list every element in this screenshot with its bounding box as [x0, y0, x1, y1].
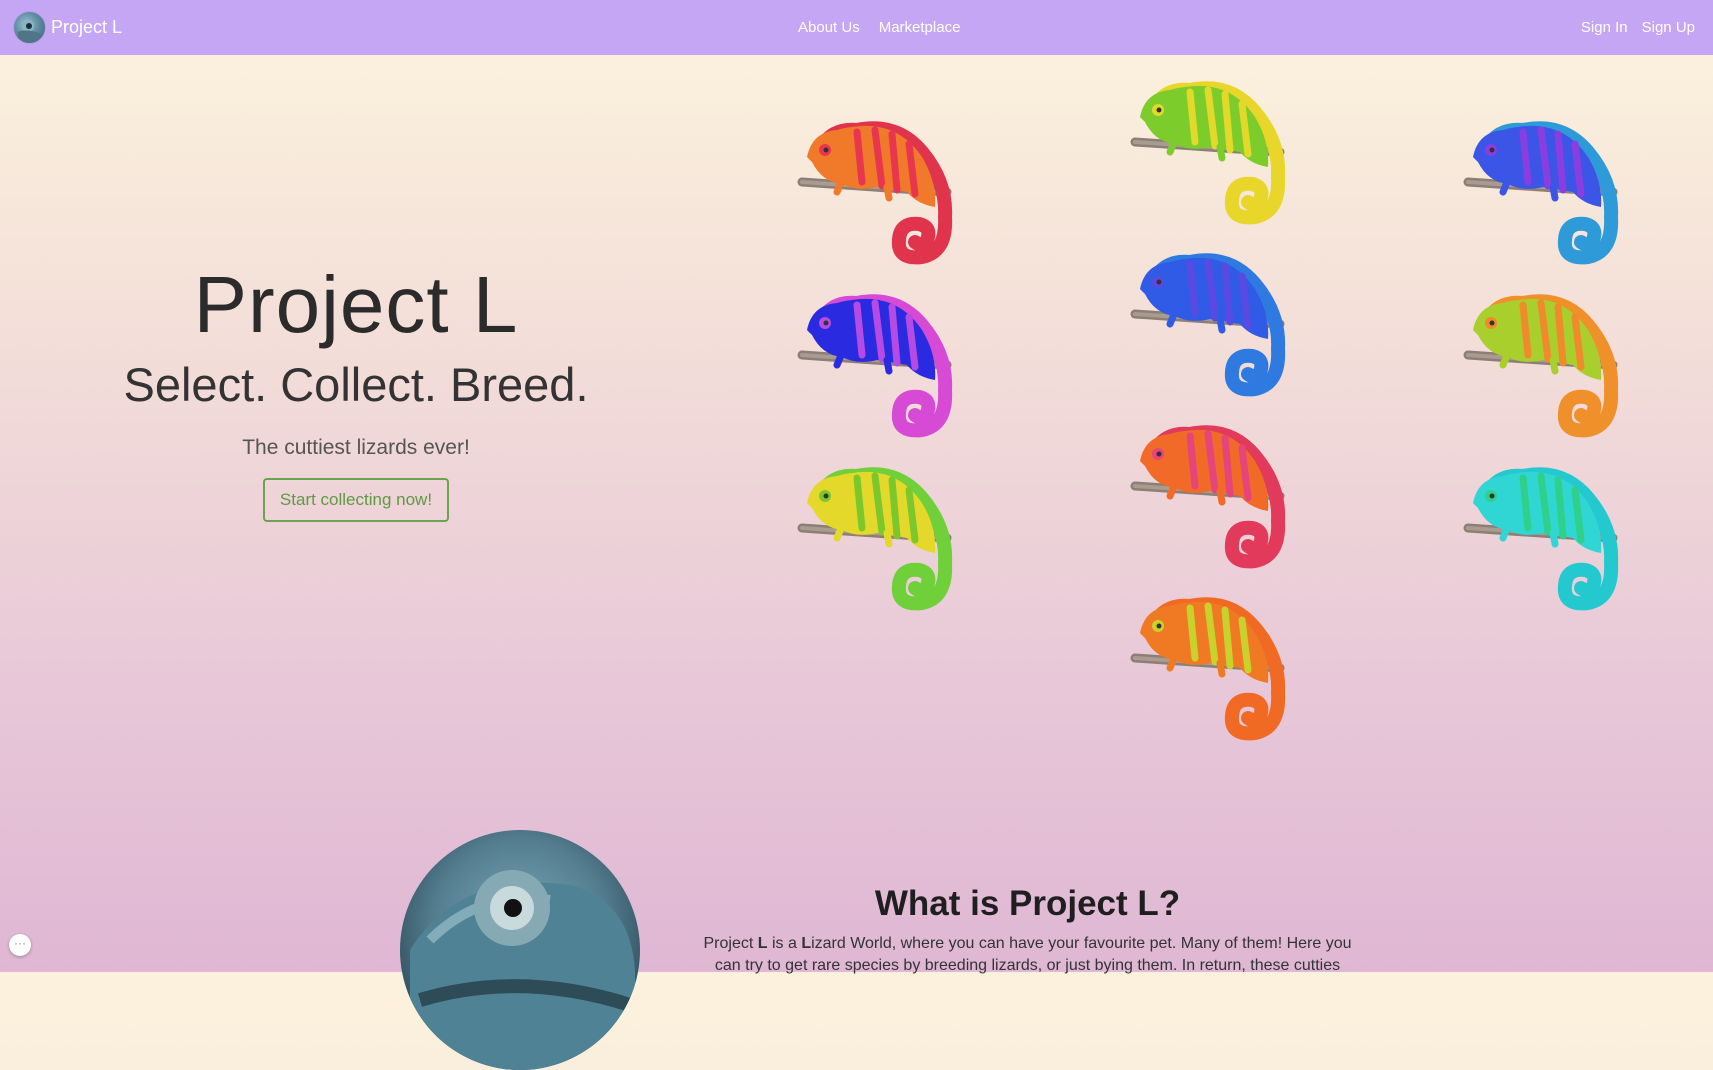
lizard-image[interactable]: [1130, 588, 1300, 748]
hero-subtitle: The cuttiest lizards ever!: [242, 436, 470, 459]
start-collecting-button[interactable]: Start collecting now!: [262, 478, 450, 522]
navbar: Project L About Us Marketplace Sign In S…: [0, 0, 1713, 55]
lizard-image[interactable]: [1130, 72, 1300, 232]
hero: Project L Select. Collect. Breed. The cu…: [0, 265, 712, 522]
lizard-image[interactable]: [797, 458, 967, 618]
nav-links: About Us Marketplace: [798, 19, 960, 36]
nav-about-us[interactable]: About Us: [798, 19, 860, 36]
lizard-image[interactable]: [1130, 244, 1300, 404]
lizard-image[interactable]: [797, 112, 967, 272]
about-title: What is Project L?: [874, 884, 1181, 923]
lizard-image[interactable]: [1463, 285, 1633, 445]
chameleon-photo: [400, 830, 640, 1070]
chat-widget-button[interactable]: ···: [9, 934, 31, 956]
lizard-image[interactable]: [1463, 458, 1633, 618]
nav-marketplace[interactable]: Marketplace: [879, 19, 961, 36]
brand-title: Project L: [51, 17, 123, 37]
about-text: Project L is a Lizard World, where you c…: [700, 933, 1355, 977]
lizard-image[interactable]: [1463, 112, 1633, 272]
about-text-bold: L: [757, 935, 768, 952]
hero-title: Project L: [193, 260, 519, 349]
hero-tagline: Select. Collect. Breed.: [123, 358, 589, 411]
about-text-part: Project: [703, 935, 758, 952]
brand[interactable]: Project L: [13, 11, 122, 44]
lizard-image[interactable]: [797, 285, 967, 445]
sign-up-link[interactable]: Sign Up: [1642, 19, 1695, 36]
about-text-bold: L: [801, 935, 812, 952]
about-text-part: is a: [767, 935, 802, 952]
about-text-part: izard World, where you can have your fav…: [714, 935, 1352, 974]
brand-logo-chameleon-icon: [13, 11, 46, 44]
lizard-image[interactable]: [1130, 416, 1300, 576]
sign-in-link[interactable]: Sign In: [1581, 19, 1628, 36]
auth-links: Sign In Sign Up: [1581, 19, 1695, 36]
